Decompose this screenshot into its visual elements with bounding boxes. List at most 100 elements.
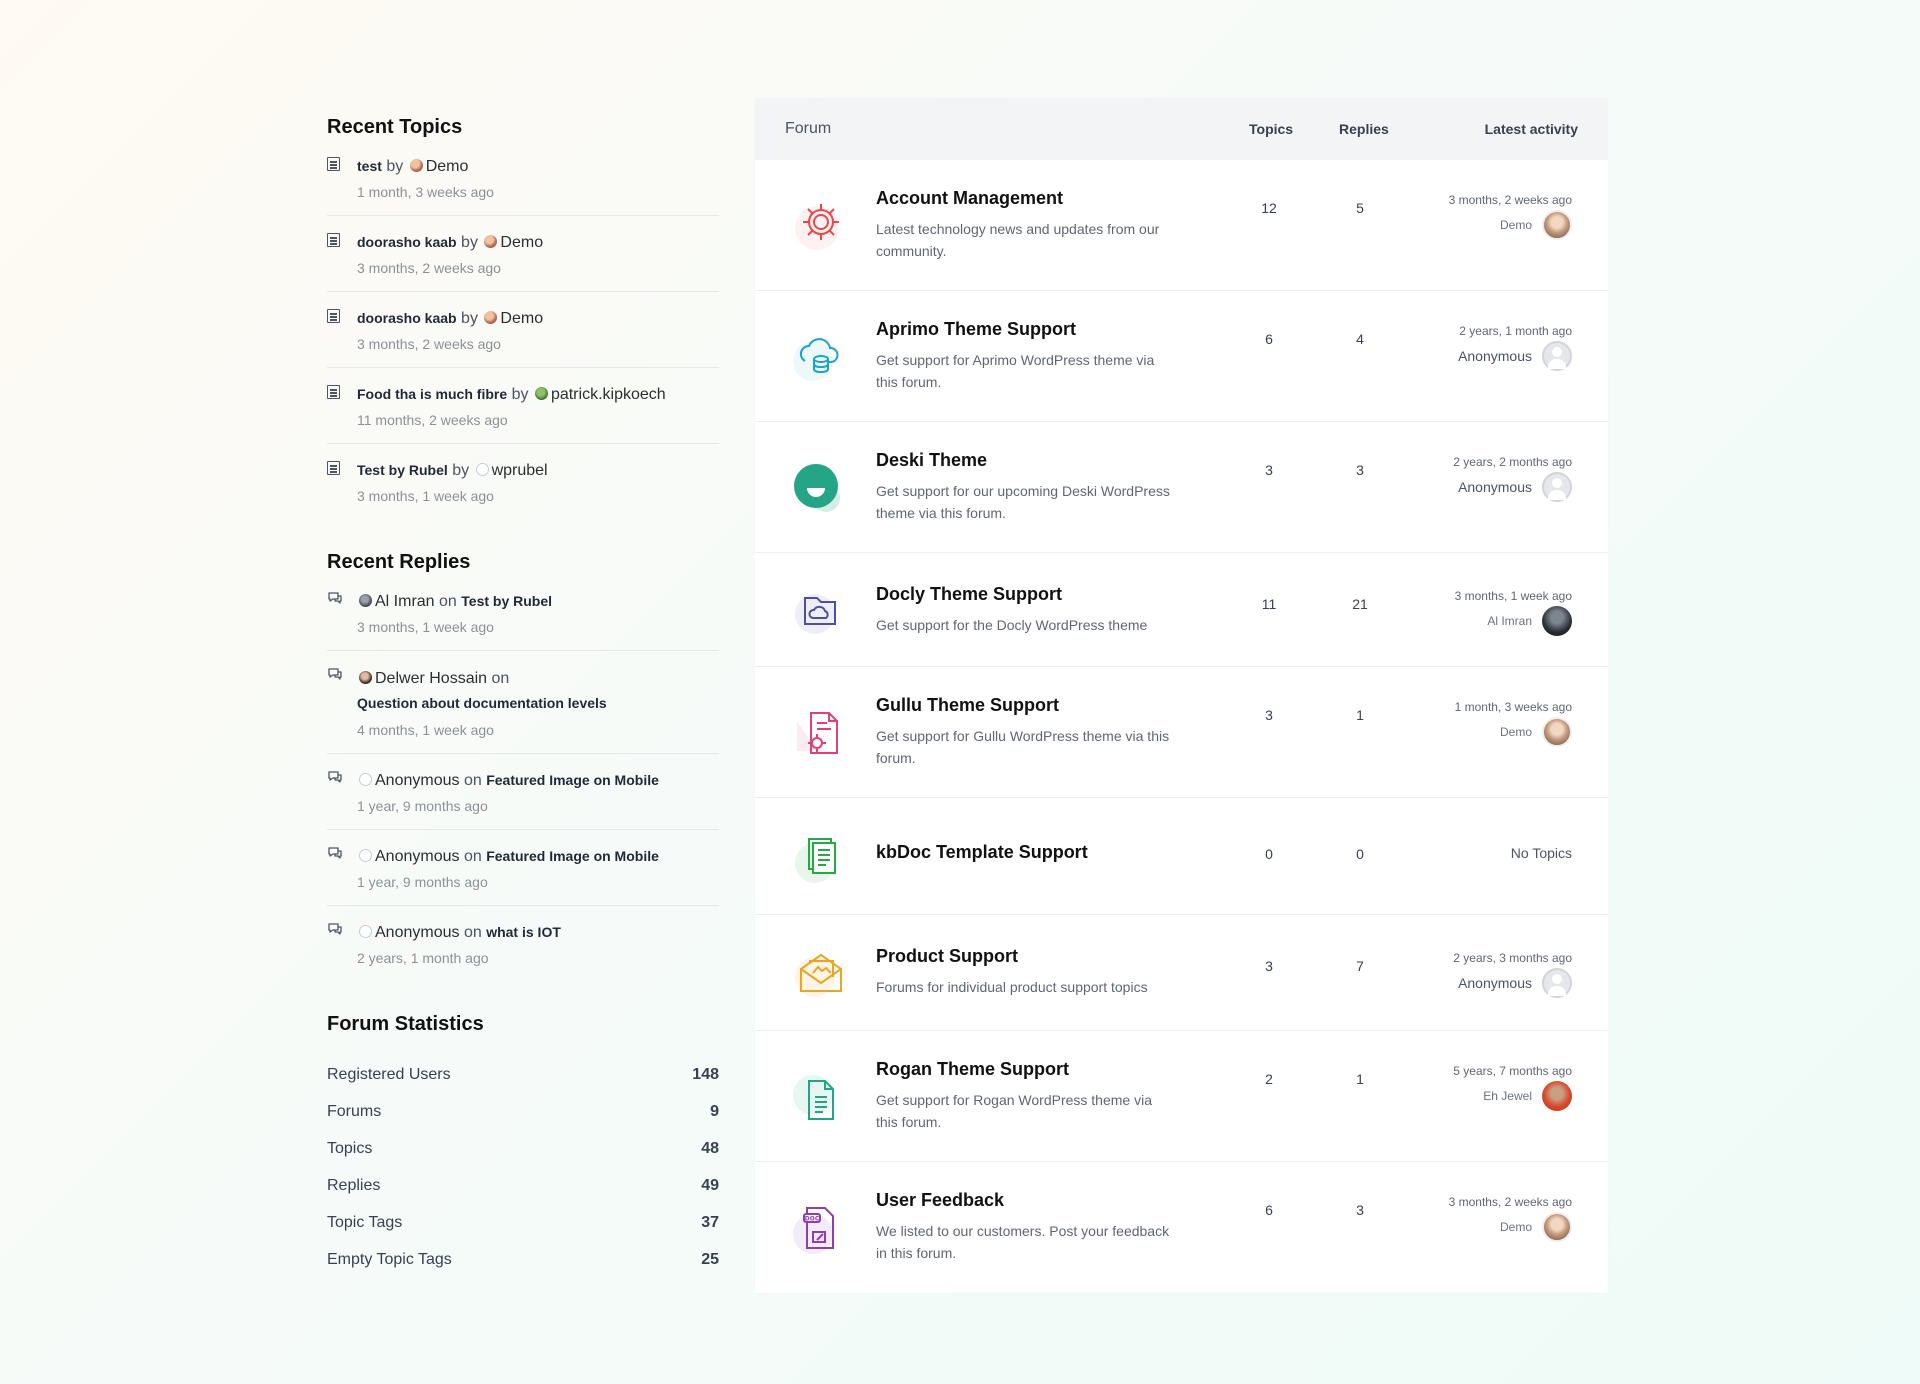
stat-row: Topic Tags 37	[327, 1204, 719, 1241]
latest-author[interactable]: Demo	[1500, 717, 1572, 747]
reply-topic-link[interactable]: Test by Rubel	[461, 593, 552, 609]
latest-activity-link[interactable]: 1 month, 3 weeks ago	[1455, 700, 1572, 714]
topic-list-icon	[327, 385, 340, 399]
recent-topic-line: Food tha is much fibre by patrick.kipkoe…	[357, 383, 719, 406]
latest-activity-link[interactable]: 3 months, 2 weeks ago	[1449, 1195, 1572, 1209]
recent-topic-link[interactable]: doorasho kaab	[357, 310, 457, 326]
latest-activity-link[interactable]: 3 months, 2 weeks ago	[1449, 193, 1572, 207]
latest-author-avatar	[1542, 210, 1572, 240]
by-label: by	[461, 310, 478, 327]
latest-activity-link[interactable]: 2 years, 1 month ago	[1459, 324, 1572, 338]
recent-topic-link[interactable]: doorasho kaab	[357, 234, 457, 250]
latest-activity-link[interactable]: 5 years, 7 months ago	[1453, 1064, 1572, 1078]
latest-author[interactable]: Al Imran	[1487, 606, 1572, 636]
document-lines-icon	[791, 1069, 847, 1125]
reply-count: 3	[1356, 1202, 1364, 1218]
latest-activity-link[interactable]: 2 years, 2 months ago	[1453, 455, 1572, 469]
author-avatar	[359, 671, 372, 684]
reply-topic-link[interactable]: Featured Image on Mobile	[486, 772, 659, 788]
author-link[interactable]: Demo	[500, 234, 543, 251]
on-label: on	[463, 772, 482, 789]
forum-statistics-widget: Forum Statistics Registered Users 148 Foru…	[327, 1013, 719, 1278]
recent-topics-list: test by Demo 1 month, 3 weeks ago doorasho…	[327, 155, 719, 519]
forum-title-link[interactable]: Docly Theme Support	[876, 584, 1062, 605]
forum-description: Get support for the Docly WordPress them…	[876, 617, 1148, 633]
reply-icon	[327, 667, 343, 681]
on-label: on	[463, 924, 482, 941]
latest-author[interactable]: Anonymous	[1458, 472, 1572, 502]
latest-author-name: Demo	[1499, 218, 1532, 232]
author-link[interactable]: Delwer Hossain	[375, 670, 487, 687]
forum-title-link[interactable]: User Feedback	[876, 1190, 1004, 1211]
author-link[interactable]: Demo	[500, 310, 543, 327]
reply-count: 3	[1356, 462, 1364, 478]
latest-activity-link[interactable]: 3 months, 1 week ago	[1455, 589, 1572, 603]
reply-time: 4 months, 1 week ago	[357, 722, 494, 738]
forum-title-link[interactable]: Gullu Theme Support	[876, 695, 1059, 716]
stat-label: Topic Tags	[327, 1214, 403, 1231]
reply-topic-link[interactable]: what is IOT	[486, 924, 561, 940]
recent-reply-line: Al Imran on Test by Rubel	[357, 590, 719, 613]
latest-author[interactable]: Demo	[1500, 210, 1572, 240]
recent-reply-line: Anonymous on Featured Image on Mobile	[357, 845, 719, 868]
recent-topic-link[interactable]: test	[357, 158, 382, 174]
reply-topic-link[interactable]: Question about documentation levels	[357, 695, 607, 711]
stats-list: Registered Users 148 Forums 9 Topics 48 Replie…	[327, 1056, 719, 1278]
forum-title-link[interactable]: Product Support	[876, 946, 1018, 967]
forum-description: Get support for Aprimo WordPress theme v…	[876, 352, 1155, 390]
topic-list-icon	[327, 309, 340, 323]
deski-logo-icon	[791, 460, 847, 516]
reply-count: 1	[1356, 1071, 1364, 1087]
author-link[interactable]: Anonymous	[375, 772, 460, 789]
forum-row: Aprimo Theme Support Get support for Apri…	[755, 291, 1608, 422]
author-link[interactable]: Anonymous	[375, 924, 460, 941]
header-forum: Forum	[785, 120, 832, 137]
stat-value: 9	[710, 1103, 719, 1120]
latest-author[interactable]: Demo	[1500, 1212, 1572, 1242]
recent-replies-widget: Recent Replies Al Imran on Test by Rubel…	[327, 551, 719, 981]
reply-count: 5	[1356, 200, 1364, 216]
stat-label: Forums	[327, 1103, 382, 1120]
recent-reply-item: Anonymous on Featured Image on Mobile 1 y…	[327, 769, 719, 830]
latest-author-name: Anonymous	[1458, 348, 1532, 364]
latest-author[interactable]: Anonymous	[1458, 341, 1572, 371]
topic-time: 3 months, 1 week ago	[357, 488, 494, 504]
recent-reply-line: Anonymous on Featured Image on Mobile	[357, 769, 719, 792]
latest-author[interactable]: Eh Jewel	[1483, 1081, 1572, 1111]
recent-topic-link[interactable]: Test by Rubel	[357, 462, 448, 478]
by-label: by	[461, 234, 478, 251]
latest-activity-link[interactable]: 2 years, 3 months ago	[1453, 951, 1572, 965]
header-topics: Topics	[1249, 121, 1294, 137]
author-link[interactable]: Demo	[426, 158, 469, 175]
recent-reply-item: Delwer Hossain on Question about document…	[327, 666, 719, 754]
recent-topic-link[interactable]: Food tha is much fibre	[357, 386, 507, 402]
reply-time: 2 years, 1 month ago	[357, 950, 489, 966]
author-link[interactable]: patrick.kipkoech	[551, 386, 666, 403]
latest-author-name: Al Imran	[1487, 614, 1532, 628]
reply-time: 1 year, 9 months ago	[357, 798, 488, 814]
author-avatar	[359, 849, 372, 862]
by-label: by	[511, 386, 529, 403]
recent-replies-title: Recent Replies	[327, 551, 471, 573]
forum-table-header: Forum Topics Replies Latest activity	[755, 98, 1608, 160]
author-link[interactable]: Al Imran	[375, 593, 435, 610]
forum-description: Get support for Gullu WordPress theme vi…	[876, 728, 1170, 766]
forum-title-link[interactable]: Deski Theme	[876, 450, 987, 471]
no-topics-label: No Topics	[1510, 845, 1572, 861]
recent-topic-line: doorasho kaab by Demo	[357, 307, 719, 330]
stat-value: 37	[701, 1214, 719, 1231]
forum-title-link[interactable]: Account Management	[876, 188, 1063, 209]
reply-topic-link[interactable]: Featured Image on Mobile	[486, 848, 659, 864]
latest-author[interactable]: Anonymous	[1458, 968, 1572, 998]
forum-row: Docly Theme Support Get support for the D…	[755, 553, 1608, 667]
reply-time: 3 months, 1 week ago	[357, 619, 494, 635]
forum-title-link[interactable]: Aprimo Theme Support	[876, 319, 1076, 340]
author-link[interactable]: wprubel	[492, 462, 548, 479]
latest-author-avatar	[1542, 341, 1572, 371]
recent-topics-title: Recent Topics	[327, 116, 463, 138]
forum-title-link[interactable]: Rogan Theme Support	[876, 1059, 1069, 1080]
topic-count: 0	[1265, 846, 1273, 862]
forum-description: Latest technology news and updates from …	[876, 221, 1160, 259]
forum-title-link[interactable]: kbDoc Template Support	[876, 842, 1088, 863]
author-link[interactable]: Anonymous	[375, 848, 460, 865]
